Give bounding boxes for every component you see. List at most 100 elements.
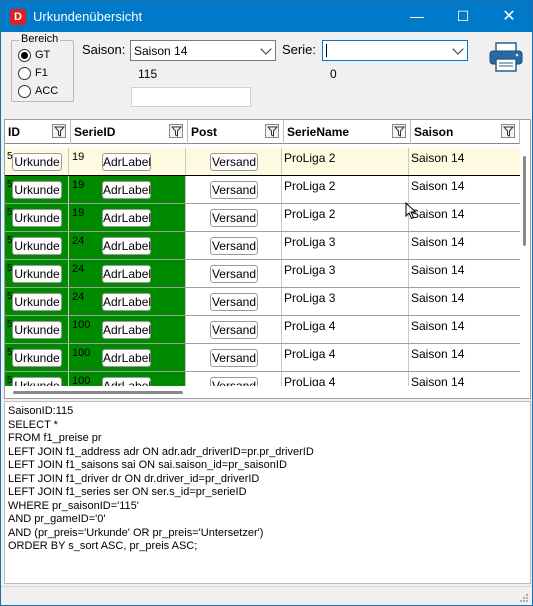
versand-button[interactable]: Versand: [210, 321, 258, 339]
row-serie-name: ProLiga 3: [284, 263, 336, 277]
urkunde-button[interactable]: Urkunde: [12, 321, 62, 339]
column-header-saison[interactable]: Saison: [411, 120, 520, 144]
filter-icon[interactable]: [169, 124, 183, 138]
radio-acc-label: ACC: [35, 85, 59, 97]
versand-button[interactable]: Versand: [210, 181, 258, 199]
radio-acc[interactable]: ACC: [18, 84, 78, 100]
printer-icon[interactable]: [488, 41, 524, 73]
urkunde-button[interactable]: Urkunde: [12, 265, 62, 283]
title-bar[interactable]: D Urkundenübersicht — ☐ ✕: [1, 1, 532, 32]
column-header-serieid[interactable]: SerieID: [71, 120, 188, 144]
filter-icon[interactable]: [265, 124, 279, 138]
vertical-scroll-thumb[interactable]: [523, 156, 526, 246]
column-header-id[interactable]: ID: [5, 120, 71, 144]
urkunde-button[interactable]: Urkunde: [12, 349, 62, 367]
cell-divider: [68, 316, 69, 343]
row-serie-name: ProLiga 4: [284, 375, 336, 386]
adrlabel-button[interactable]: AdrLabel: [102, 209, 151, 227]
vertical-scrollbar[interactable]: [520, 148, 530, 386]
table-row[interactable]: 5 Urkunde 24 AdrLabel Versand ProLiga 3 Saison…: [5, 260, 520, 288]
row-serie-name: ProLiga 3: [284, 291, 336, 305]
cell-divider: [281, 316, 282, 343]
row-serie-name: ProLiga 2: [284, 179, 336, 193]
horizontal-scroll-thumb[interactable]: [13, 391, 183, 394]
urkunde-button[interactable]: Urkunde: [12, 293, 62, 311]
radio-f1[interactable]: F1: [18, 66, 78, 82]
filter-icon[interactable]: [392, 124, 406, 138]
horizontal-scrollbar[interactable]: [5, 386, 530, 398]
cell-divider: [408, 232, 409, 259]
table-row[interactable]: 5 Urkunde 19 AdrLabel Versand ProLiga 2 Saison…: [5, 204, 520, 232]
resize-grip-icon[interactable]: [519, 593, 529, 603]
maximize-button[interactable]: ☐: [440, 1, 486, 32]
app-icon: D: [10, 9, 26, 25]
urkunde-button[interactable]: Urkunde: [12, 377, 62, 386]
cell-divider: [185, 372, 186, 386]
filter-icon[interactable]: [501, 124, 515, 138]
urkunden-grid[interactable]: ID SerieID Post SerieName Saison 5 Urkund…: [4, 119, 531, 399]
serie-select[interactable]: [322, 40, 468, 61]
filter-icon[interactable]: [52, 124, 66, 138]
column-header-label: SerieID: [74, 125, 116, 139]
versand-button[interactable]: Versand: [210, 153, 258, 171]
minimize-button[interactable]: —: [394, 1, 440, 32]
column-header-post[interactable]: Post: [188, 120, 284, 144]
adrlabel-button[interactable]: AdrLabel: [102, 321, 151, 339]
row-saison: Saison 14: [411, 207, 465, 221]
adrlabel-button[interactable]: AdrLabel: [102, 181, 151, 199]
cell-divider: [281, 260, 282, 287]
text-caret: [326, 44, 327, 57]
versand-button[interactable]: Versand: [210, 349, 258, 367]
column-header-label: SerieName: [287, 125, 350, 139]
row-saison: Saison 14: [411, 263, 465, 277]
chevron-down-icon[interactable]: [452, 43, 464, 55]
radio-gt[interactable]: GT: [18, 48, 78, 64]
radio-gt-circle[interactable]: [18, 49, 31, 62]
cell-divider: [408, 148, 409, 175]
radio-acc-circle[interactable]: [18, 85, 31, 98]
table-row[interactable]: 5 Urkunde 24 AdrLabel Versand ProLiga 3 Saison…: [5, 288, 520, 316]
table-row[interactable]: 5 Urkunde 100 AdrLabel Versand ProLiga 4 Saiso…: [5, 344, 520, 372]
sql-query-textarea[interactable]: SaisonID:115 SELECT * FROM f1_preise pr …: [4, 401, 531, 584]
column-header-label: ID: [8, 125, 20, 139]
versand-button[interactable]: Versand: [210, 293, 258, 311]
table-row[interactable]: 5 Urkunde 24 AdrLabel Versand ProLiga 3 Saison…: [5, 232, 520, 260]
saison-text-field[interactable]: [131, 87, 251, 107]
cell-divider: [68, 204, 69, 231]
versand-button[interactable]: Versand: [210, 377, 258, 386]
row-saison: Saison 14: [411, 347, 465, 361]
versand-button[interactable]: Versand: [210, 237, 258, 255]
urkunde-button[interactable]: Urkunde: [12, 237, 62, 255]
cell-divider: [281, 204, 282, 231]
close-button[interactable]: ✕: [486, 1, 532, 32]
cell-divider: [185, 232, 186, 259]
column-header-seriename[interactable]: SerieName: [284, 120, 411, 144]
bereich-group: Bereich GT F1 ACC: [11, 33, 74, 102]
row-saison: Saison 14: [411, 375, 465, 386]
cell-divider: [408, 344, 409, 371]
cell-divider: [68, 232, 69, 259]
table-row[interactable]: 5 Urkunde 100 AdrLabel Versand ProLiga 4 Saiso…: [5, 372, 520, 386]
table-row[interactable]: 5 Urkunde 19 AdrLabel Versand ProLiga 2 Saison…: [5, 148, 520, 176]
chevron-down-icon[interactable]: [260, 43, 272, 55]
row-serie-id: 24: [72, 263, 85, 275]
row-serie-name: ProLiga 2: [284, 207, 336, 221]
urkunde-button[interactable]: Urkunde: [12, 181, 62, 199]
table-row[interactable]: 5 Urkunde 19 AdrLabel Versand ProLiga 2 Saison…: [5, 176, 520, 204]
versand-button[interactable]: Versand: [210, 265, 258, 283]
adrlabel-button[interactable]: AdrLabel: [102, 349, 151, 367]
saison-select[interactable]: Saison 14: [130, 40, 276, 61]
row-serie-id: 24: [72, 235, 85, 247]
cell-divider: [281, 372, 282, 386]
row-serie-id: 100: [72, 375, 91, 386]
adrlabel-button[interactable]: AdrLabel: [102, 293, 151, 311]
adrlabel-button[interactable]: AdrLabel: [102, 237, 151, 255]
urkunde-button[interactable]: Urkunde: [12, 153, 62, 171]
table-row[interactable]: 5 Urkunde 100 AdrLabel Versand ProLiga 4 Saiso…: [5, 316, 520, 344]
versand-button[interactable]: Versand: [210, 209, 258, 227]
urkunde-button[interactable]: Urkunde: [12, 209, 62, 227]
adrlabel-button[interactable]: AdrLabel: [102, 377, 151, 386]
adrlabel-button[interactable]: AdrLabel: [102, 153, 151, 171]
adrlabel-button[interactable]: AdrLabel: [102, 265, 151, 283]
radio-f1-circle[interactable]: [18, 67, 31, 80]
